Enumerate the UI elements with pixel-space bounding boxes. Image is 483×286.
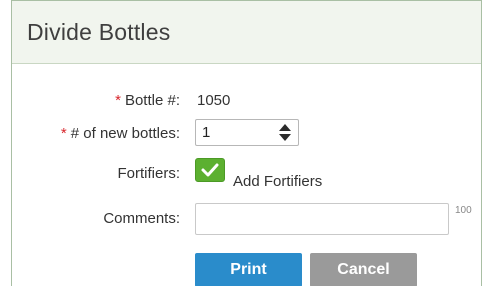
new-bottles-value: 1 [202, 124, 211, 141]
required-marker: * [115, 92, 121, 109]
new-bottles-label: # of new bottles: [70, 125, 180, 142]
comments-field[interactable] [195, 203, 449, 235]
comments-char-limit: 100 [455, 205, 472, 216]
required-marker: * [60, 125, 67, 142]
comments-label: Comments: [103, 210, 180, 227]
checkmark-icon [201, 163, 219, 177]
dialog-header: Divide Bottles [12, 1, 481, 64]
bottle-number-value: 1050 [197, 92, 231, 109]
add-fortifiers-checkbox[interactable] [195, 158, 225, 182]
fortifiers-label: Fortifiers: [117, 165, 180, 182]
up-down-arrows-icon[interactable] [278, 123, 292, 142]
add-fortifiers-label[interactable]: Add Fortifiers [233, 173, 322, 190]
print-button[interactable]: Print [195, 253, 302, 286]
dialog-title: Divide Bottles [27, 19, 171, 45]
divide-bottles-dialog: Divide Bottles * Bottle #: 1050 * # of new… [11, 0, 482, 286]
cancel-button[interactable]: Cancel [310, 253, 417, 286]
new-bottles-stepper[interactable]: 1 [195, 119, 299, 146]
new-bottles-label-row: * # of new bottles: [61, 125, 180, 142]
bottle-number-label: Bottle #: [124, 92, 180, 109]
bottle-number-label-row: * Bottle #: [115, 92, 180, 109]
